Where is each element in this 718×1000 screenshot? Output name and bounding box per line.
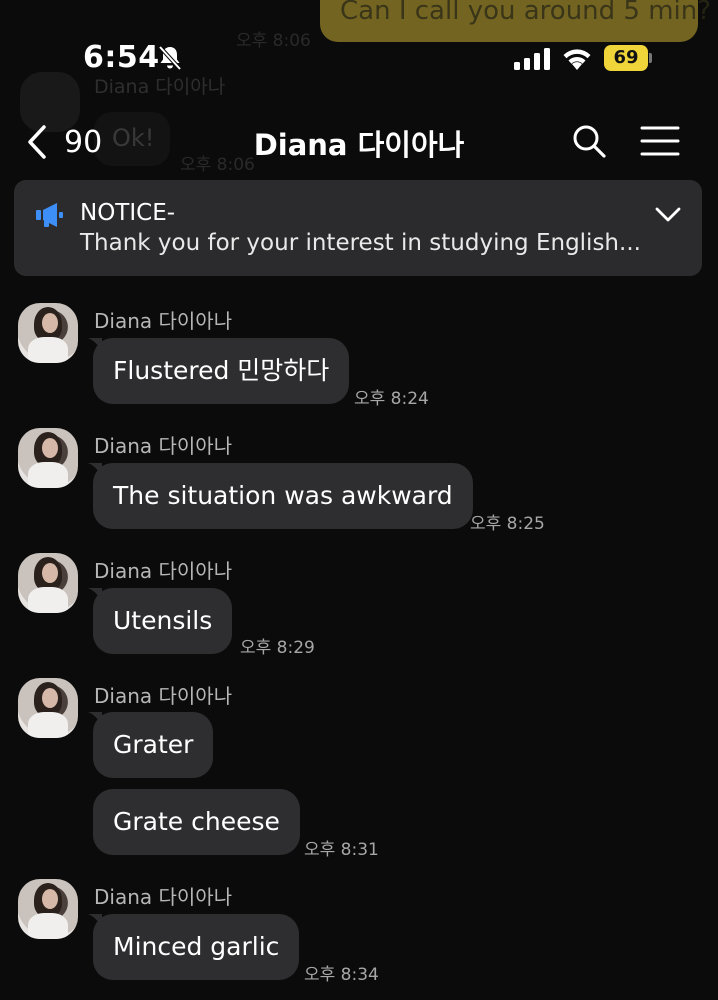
message-bubble[interactable]: Minced garlic <box>93 914 300 980</box>
chevron-down-icon[interactable] <box>654 204 682 226</box>
message-bubble[interactable]: The situation was awkward <box>93 463 473 529</box>
search-icon[interactable] <box>570 122 608 160</box>
avatar-dress <box>28 462 68 488</box>
sender-name[interactable]: Diana 다이아나 <box>94 881 232 910</box>
chat-screen: Can I call you around 5 min? 오후 8:06 Dia… <box>0 0 718 1000</box>
sender-name[interactable]: Diana 다이아나 <box>94 680 232 709</box>
avatar-face <box>42 688 58 708</box>
sender-name[interactable]: Diana 다이아나 <box>94 555 232 584</box>
notice-text: Thank you for your interest in studying … <box>80 230 641 256</box>
message-bubble[interactable]: Utensils <box>93 588 233 654</box>
avatar[interactable] <box>18 678 78 738</box>
bell-muted-icon <box>158 45 182 71</box>
battery-icon: 69 <box>604 45 652 71</box>
chat-title: Diana 다이아나 <box>253 128 465 162</box>
sender-name[interactable]: Diana 다이아나 <box>94 430 232 459</box>
battery-level: 69 <box>604 45 648 71</box>
sender-name[interactable]: Diana 다이아나 <box>94 305 232 334</box>
battery-nub <box>649 53 652 63</box>
message-time: 오후 8:34 <box>304 965 379 985</box>
avatar[interactable] <box>18 428 78 488</box>
avatar-dress <box>28 712 68 738</box>
megaphone-icon <box>36 203 63 227</box>
status-time: 6:54 <box>83 40 160 75</box>
avatar-face <box>42 438 58 458</box>
wifi-icon <box>563 49 591 70</box>
notice-title: NOTICE- <box>80 200 176 226</box>
avatar[interactable] <box>18 553 78 613</box>
message-time: 오후 8:25 <box>470 514 545 534</box>
avatar-face <box>42 313 58 333</box>
menu-icon[interactable] <box>640 124 680 158</box>
message-time: 오후 8:24 <box>354 389 429 409</box>
message-bubble[interactable]: Grater <box>93 712 214 778</box>
avatar-dress <box>28 587 68 613</box>
avatar-dress <box>28 913 68 939</box>
message-time: 오후 8:31 <box>304 840 379 860</box>
message-time: 오후 8:29 <box>240 638 315 658</box>
status-bar: 6:54 69 <box>0 0 718 110</box>
notice-banner[interactable]: NOTICE- Thank you for your interest in s… <box>14 180 702 276</box>
avatar-face <box>42 563 58 583</box>
avatar-face <box>42 889 58 909</box>
cellular-signal-icon <box>514 48 550 70</box>
avatar-dress <box>28 337 68 363</box>
message-bubble[interactable]: Flustered 민망하다 <box>93 338 350 404</box>
message-bubble[interactable]: Grate cheese <box>93 789 300 855</box>
avatar[interactable] <box>18 879 78 939</box>
avatar[interactable] <box>18 303 78 363</box>
